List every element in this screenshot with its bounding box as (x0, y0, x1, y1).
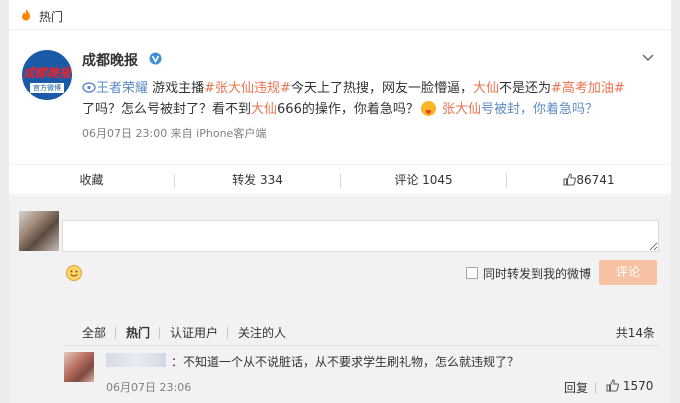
comment-input[interactable] (62, 220, 659, 252)
filter-all[interactable]: 全部 (82, 324, 106, 341)
topic-link-1[interactable]: #张大仙违规# (204, 81, 291, 96)
filter-divider (159, 327, 160, 339)
filter-verified[interactable]: 认证用户 (170, 324, 218, 341)
post-content: 王者荣耀 游戏主播#张大仙违规#今天上了热搜，网友一脸懵逼，大仙不是还为#高考加… (82, 78, 642, 120)
current-user-avatar (19, 211, 59, 251)
thumbs-up-icon (563, 173, 577, 186)
header-title: 热门 (39, 10, 64, 24)
repost-button[interactable]: 转发 334 (175, 165, 340, 196)
content-text-1: 游戏主播 (148, 81, 205, 96)
content-text-3: 不是还为 (498, 81, 551, 96)
like-count: 86741 (576, 173, 615, 187)
tongue-emoji-icon (420, 101, 436, 116)
comment-action-divider (595, 382, 596, 394)
filter-hot[interactable]: 热门 (126, 324, 150, 341)
reply-button[interactable]: 回复 (564, 379, 588, 396)
game-link[interactable]: 王者荣耀 (96, 81, 148, 96)
comment-text: ：不知道一个从不说脏话，从不要求学生刷礼物，怎么就违规了？ (171, 355, 520, 369)
comment-like-button[interactable]: 1570 (606, 379, 653, 393)
filter-divider (115, 327, 116, 339)
comment-time: 06月07日 23:06 (106, 381, 192, 394)
smile-face-icon (70, 270, 78, 277)
weibo-card: 热门 成都晚报 官方微博 成都晚报 王者荣耀 游戏主播#张大仙违规#今天上了热搜… (9, 0, 671, 403)
card-header: 热门 (9, 0, 671, 30)
forward-label: 同时转发到我的微博 (483, 267, 592, 281)
commenter-name[interactable] (106, 353, 166, 367)
avatar-logo: 成都晚报 (22, 66, 71, 80)
filter-following[interactable]: 关注的人 (238, 324, 286, 341)
link-game-icon (82, 82, 96, 93)
avatar-logo-sub: 官方微博 (30, 83, 64, 93)
comment-button[interactable]: 评论 1045 (341, 165, 506, 196)
highlight-2: 大仙 (251, 102, 278, 117)
topic-link-2[interactable]: #高考加油# (551, 81, 625, 96)
commenter-avatar[interactable] (64, 352, 94, 382)
content-text-4: 了吗？怎么号被封了？看不到 (82, 102, 252, 117)
like-button[interactable]: 86741 (507, 165, 671, 196)
author-name[interactable]: 成都晚报 (82, 50, 138, 70)
emoji-picker-icon[interactable] (66, 265, 82, 281)
content-link-tail[interactable]: 号被封，你着急吗？ (481, 102, 598, 117)
highlight-3: 张大仙 (437, 102, 481, 117)
post-meta: 06月07日 23:00 来自 iPhone客户端 (82, 127, 267, 140)
thumbs-up-icon (606, 379, 619, 392)
chevron-down-icon[interactable] (642, 54, 654, 62)
forward-checkbox[interactable] (466, 267, 478, 279)
content-text-2: 今天上了热搜，网友一脸懵逼， (290, 81, 473, 96)
avatar[interactable]: 成都晚报 官方微博 (22, 50, 72, 100)
comment-filters: 全部 热门 认证用户 关注的人 共14条 (64, 320, 659, 346)
comment-count: 共14条 (615, 326, 655, 340)
submit-comment-button[interactable]: 评论 (599, 260, 657, 285)
verified-v-icon (149, 52, 162, 65)
flame-icon (22, 9, 30, 21)
filter-divider (227, 327, 228, 339)
comment-section: 同时转发到我的微博 评论 全部 热门 认证用户 关注的人 共14条 ：不知道一个… (9, 196, 671, 403)
highlight-1: 大仙 (472, 81, 499, 96)
comment-like-count: 1570 (622, 379, 654, 393)
favorite-button[interactable]: 收藏 (9, 165, 174, 196)
action-bar: 收藏 转发 334 评论 1045 86741 (9, 164, 671, 195)
content-text-5: 666的操作，你着急吗？ (277, 102, 419, 117)
